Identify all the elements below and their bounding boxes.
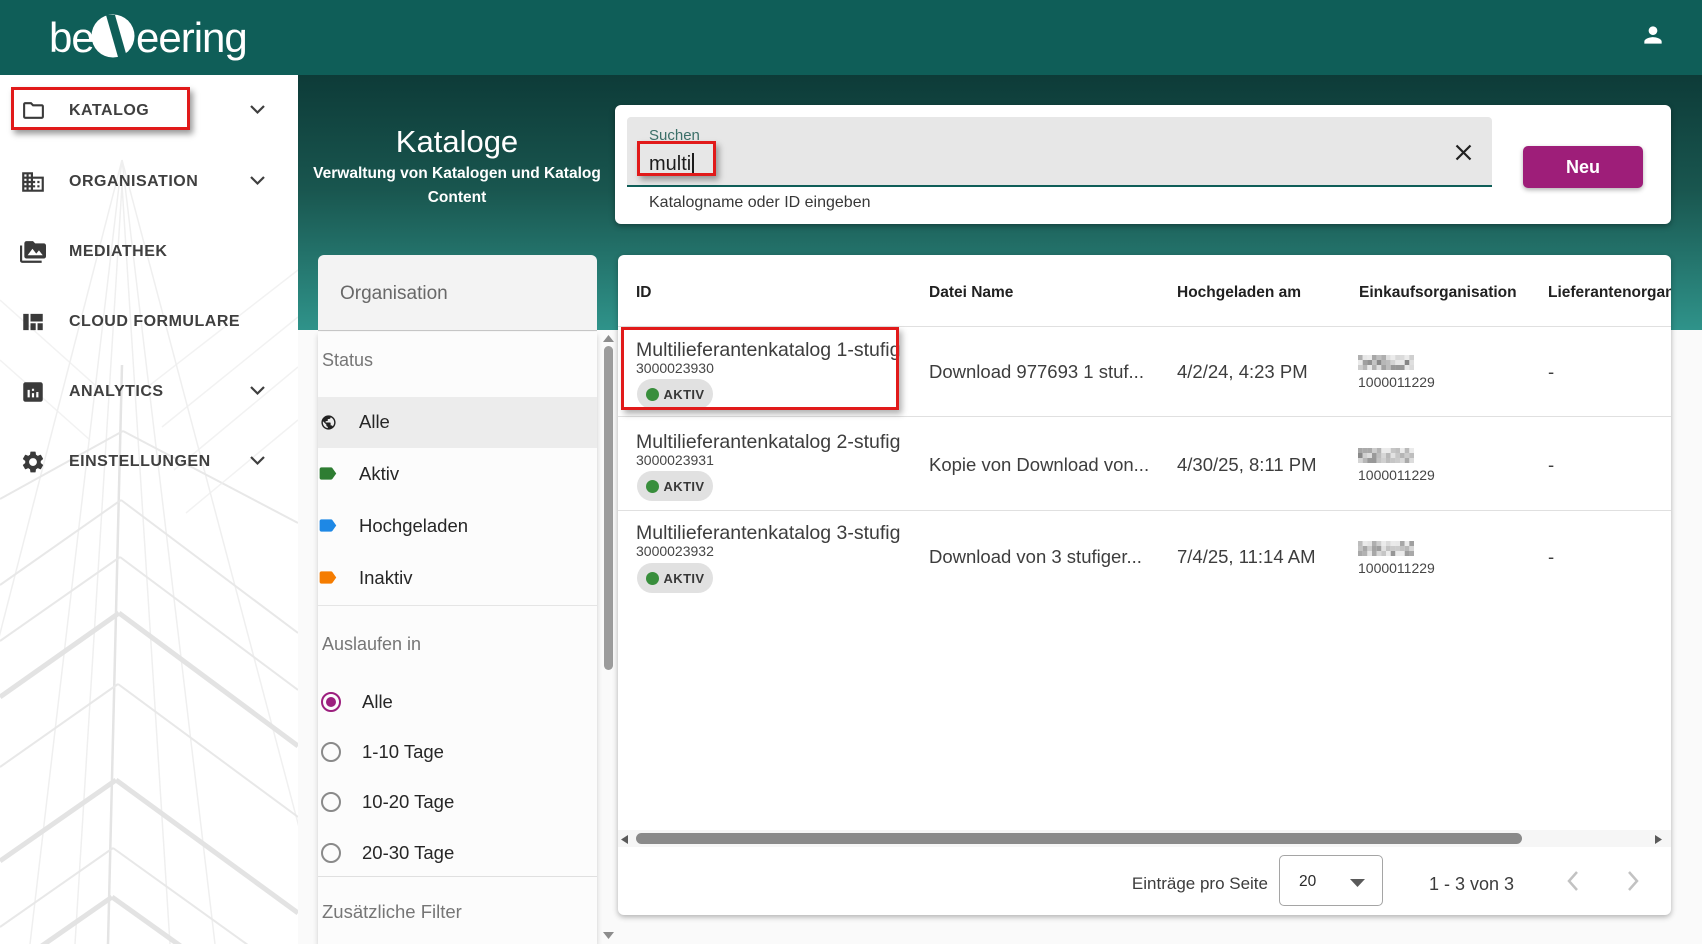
svg-text:eering: eering — [136, 14, 247, 61]
svg-text:be: be — [49, 14, 94, 61]
